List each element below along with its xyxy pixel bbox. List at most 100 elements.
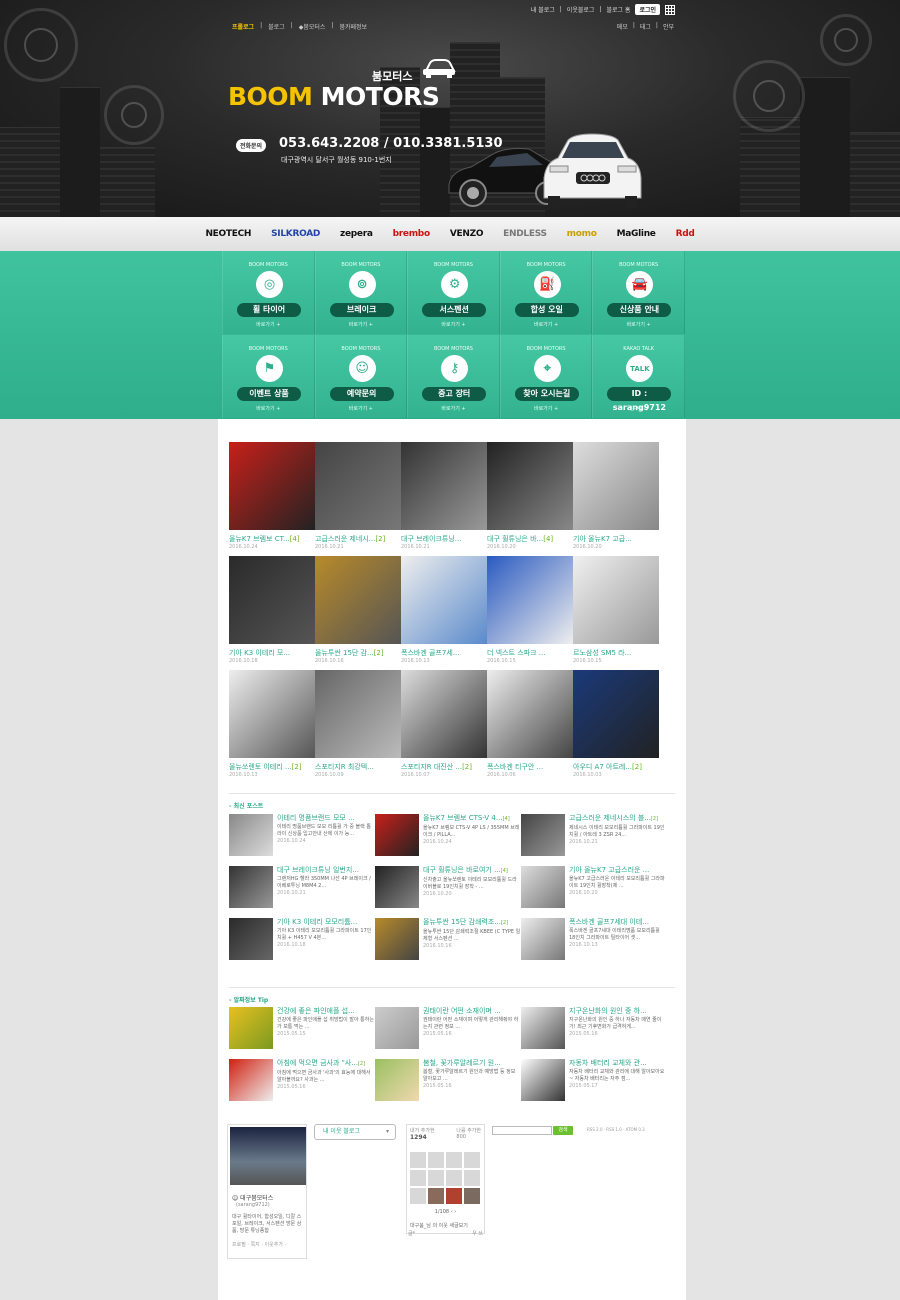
- bottom-right-link[interactable]: 우 쓰: [472, 1230, 483, 1237]
- post-title[interactable]: 건강에 좋은 파인애플 섭...: [277, 1007, 375, 1016]
- profile-name[interactable]: ☺ 대구붐모터스: [232, 1193, 306, 1202]
- menu-item-label[interactable]: 휠 타이어: [237, 303, 301, 317]
- post-title[interactable]: 올뉴투싼 15단 감쇄력조...[2]: [423, 918, 521, 928]
- photo-thumbnail[interactable]: 올뉴쏘렌토 이테리 ...[2] 2016.10.13: [229, 670, 315, 784]
- photo-thumbnail[interactable]: 기아 K3 이테리 모... 2016.10.18: [229, 556, 315, 670]
- blog-home-link[interactable]: 블로그 홈: [606, 5, 630, 14]
- post-item[interactable]: 대구 휠튜닝은 바로여기 ...[4] 신차출고 올뉴쏘렌토 이테리 모모리튬휠 …: [375, 866, 521, 918]
- post-title[interactable]: 기아 올뉴K7 고급스러운 ...: [569, 866, 667, 875]
- post-title[interactable]: 올뉴K7 브렘보 CTS-V 4...[4]: [423, 814, 521, 824]
- post-title[interactable]: 대구 브레이크튜닝 일번지...: [277, 866, 375, 875]
- neighbor-avatar[interactable]: [464, 1188, 480, 1204]
- thumbnail-image[interactable]: [487, 442, 573, 530]
- menu-item-label[interactable]: 찾아 오시는길: [514, 387, 579, 401]
- thumbnail-image[interactable]: [229, 442, 315, 530]
- thumbnail-image[interactable]: [315, 442, 401, 530]
- post-item[interactable]: 건강에 좋은 파인애플 섭... 건강에 좋은 파인애플 섭 취방법이 발아 통하…: [229, 1007, 375, 1059]
- thumbnail-image[interactable]: [315, 556, 401, 644]
- post-thumbnail[interactable]: [375, 1007, 419, 1049]
- post-thumbnail[interactable]: [229, 1007, 273, 1049]
- guestbook-link[interactable]: 안부: [663, 22, 674, 31]
- photo-thumbnail[interactable]: 대구 휠튜닝은 바...[4] 2016.10.20: [487, 442, 573, 556]
- menu-item-label[interactable]: 신상품 안내: [607, 303, 672, 317]
- post-thumbnail[interactable]: [229, 1059, 273, 1101]
- menu-item-more-link[interactable]: 바로가기 +: [408, 321, 499, 328]
- thumbnail-title[interactable]: 스포티지R 최강텍...: [315, 762, 401, 772]
- memo-link[interactable]: 메모: [617, 22, 628, 31]
- login-button[interactable]: 로그인: [635, 4, 660, 15]
- search-input[interactable]: [492, 1126, 552, 1135]
- post-item[interactable]: 폭스바겐 골프7세대 이테... 폭스바겐 골프7세대 이테리명품 모모리튬휠 1…: [521, 918, 667, 970]
- menu-item[interactable]: BOOM MOTORS ☺ 예약문의 바로가기 +: [314, 335, 408, 418]
- thumbnail-image[interactable]: [487, 670, 573, 758]
- post-item[interactable]: 봄철, 꽃가루알레르기 원... 봄철, 꽃가루알레르기 원인과 예방법 등 정보…: [375, 1059, 521, 1111]
- photo-thumbnail[interactable]: 폭스바겐 티구안 ... 2016.10.06: [487, 670, 573, 784]
- thumbnail-title[interactable]: 아우디 A7 아트레...[2]: [573, 762, 659, 772]
- thumbnail-title[interactable]: 폭스바겐 골프7세...: [401, 648, 487, 658]
- post-thumbnail[interactable]: [521, 1007, 565, 1049]
- menu-item[interactable]: BOOM MOTORS ⛽ 합성 오일 바로가기 +: [499, 251, 593, 334]
- neighbor-avatar[interactable]: [446, 1170, 462, 1186]
- menu-item-more-link[interactable]: 바로가기 +: [408, 405, 499, 412]
- photo-thumbnail[interactable]: 더 넥스트 스파크 ... 2016.10.15: [487, 556, 573, 670]
- bottom-left-link[interactable]: 글*: [408, 1230, 415, 1237]
- thumbnail-title[interactable]: 올뉴쏘렌토 이테리 ...[2]: [229, 762, 315, 772]
- post-item[interactable]: 고급스러운 제네시스의 블...[2] 제네시스 이테리 모모리튬휠 그라파이트 …: [521, 814, 667, 866]
- neighbor-avatar[interactable]: [410, 1170, 426, 1186]
- thumbnail-image[interactable]: [229, 670, 315, 758]
- post-item[interactable]: 지구온난화의 원인 중 하... 지구온난화의 원인 중 하나 자동차 매연 줄이…: [521, 1007, 667, 1059]
- post-item[interactable]: 아침에 먹으면 금사과 "사...[2] 아침에 먹으면 금사과 '사과'의 효능…: [229, 1059, 375, 1111]
- neighbor-added-me-tab[interactable]: 나를 추가한 800: [456, 1127, 481, 1141]
- menu-item-label[interactable]: ID : sarang9712: [607, 387, 672, 412]
- neighbor-added-tab[interactable]: 내가 추가한 1294: [410, 1127, 435, 1141]
- post-thumbnail[interactable]: [229, 866, 273, 908]
- menu-item-label[interactable]: 서스펜션: [422, 303, 487, 317]
- menu-item-label[interactable]: 중고 장터: [422, 387, 487, 401]
- search-button[interactable]: 검색: [553, 1126, 573, 1135]
- neighbor-blog-dropdown[interactable]: 내 이웃 블로그 ▾: [314, 1124, 396, 1140]
- thumbnail-title[interactable]: 올뉴투싼 15단 감...[2]: [315, 648, 401, 658]
- thumbnail-title[interactable]: 폭스바겐 티구안 ...: [487, 762, 573, 772]
- brand-logo-brembo[interactable]: brembo: [393, 229, 431, 239]
- menu-item-label[interactable]: 합성 오일: [514, 303, 579, 317]
- brand-logo-silkroad[interactable]: SILKROAD: [271, 229, 320, 239]
- menu-item-more-link[interactable]: 바로가기 +: [316, 321, 407, 328]
- post-title[interactable]: 봄철, 꽃가루알레르기 원...: [423, 1059, 521, 1068]
- post-thumbnail[interactable]: [375, 866, 419, 908]
- profile-links[interactable]: 프로필 · 쪽지 · 이웃추가 ·: [232, 1241, 302, 1248]
- photo-thumbnail[interactable]: 기아 올뉴K7 고급... 2016.10.20: [573, 442, 659, 556]
- brand-logo-endless[interactable]: ENDLESS: [503, 229, 547, 239]
- post-thumbnail[interactable]: [521, 918, 565, 960]
- profile-image[interactable]: [230, 1127, 306, 1185]
- post-thumbnail[interactable]: [229, 814, 273, 856]
- brand-logo-rdd[interactable]: Rdd: [676, 229, 695, 239]
- post-title[interactable]: 고급스러운 제네시스의 블...[2]: [569, 814, 667, 824]
- brand-logo-magline[interactable]: MaGline: [617, 229, 656, 239]
- app-grid-icon[interactable]: [665, 4, 675, 15]
- menu-item[interactable]: BOOM MOTORS ⌖ 찾아 오시는길 바로가기 +: [499, 335, 593, 418]
- neighbor-avatar[interactable]: [428, 1170, 444, 1186]
- thumbnail-title[interactable]: 대구 브레이크튜닝...: [401, 534, 487, 544]
- neighbor-avatar[interactable]: [464, 1170, 480, 1186]
- post-item[interactable]: 기아 K3 이테리 모모리튬... 기아 K3 이테리 모모리튬휠 그라파이트 1…: [229, 918, 375, 970]
- menu-item[interactable]: BOOM MOTORS ⚙ 서스펜션 바로가기 +: [407, 251, 500, 334]
- thumbnail-image[interactable]: [573, 442, 659, 530]
- neighbor-avatar[interactable]: [446, 1152, 462, 1168]
- post-thumbnail[interactable]: [375, 814, 419, 856]
- post-title[interactable]: 폭스바겐 골프7세대 이테...: [569, 918, 667, 927]
- menu-item[interactable]: BOOM MOTORS 🚘 신상품 안내 바로가기 +: [592, 251, 685, 334]
- brand-logo-momo[interactable]: momo: [567, 229, 597, 239]
- tag-link[interactable]: 태그: [640, 22, 651, 31]
- brand-logo-venzo[interactable]: VENZO: [450, 229, 484, 239]
- thumbnail-image[interactable]: [487, 556, 573, 644]
- my-blog-link[interactable]: 내 블로그: [531, 5, 555, 14]
- nav-blog[interactable]: 블로그: [268, 22, 285, 31]
- photo-thumbnail[interactable]: 스포티지R 대진산 ...[2] 2016.10.07: [401, 670, 487, 784]
- menu-item-more-link[interactable]: 바로가기 +: [223, 321, 314, 328]
- neighbor-avatar[interactable]: [446, 1188, 462, 1204]
- post-title[interactable]: 아침에 먹으면 금사과 "사...[2]: [277, 1059, 375, 1069]
- photo-thumbnail[interactable]: 올뉴투싼 15단 감...[2] 2016.10.16: [315, 556, 401, 670]
- photo-thumbnail[interactable]: 스포티지R 최강텍... 2016.10.09: [315, 670, 401, 784]
- post-item[interactable]: 자동차 배터리 교체와 관... 자동차 배터리 교체와 관리에 대해 알아보아요…: [521, 1059, 667, 1111]
- thumbnail-image[interactable]: [315, 670, 401, 758]
